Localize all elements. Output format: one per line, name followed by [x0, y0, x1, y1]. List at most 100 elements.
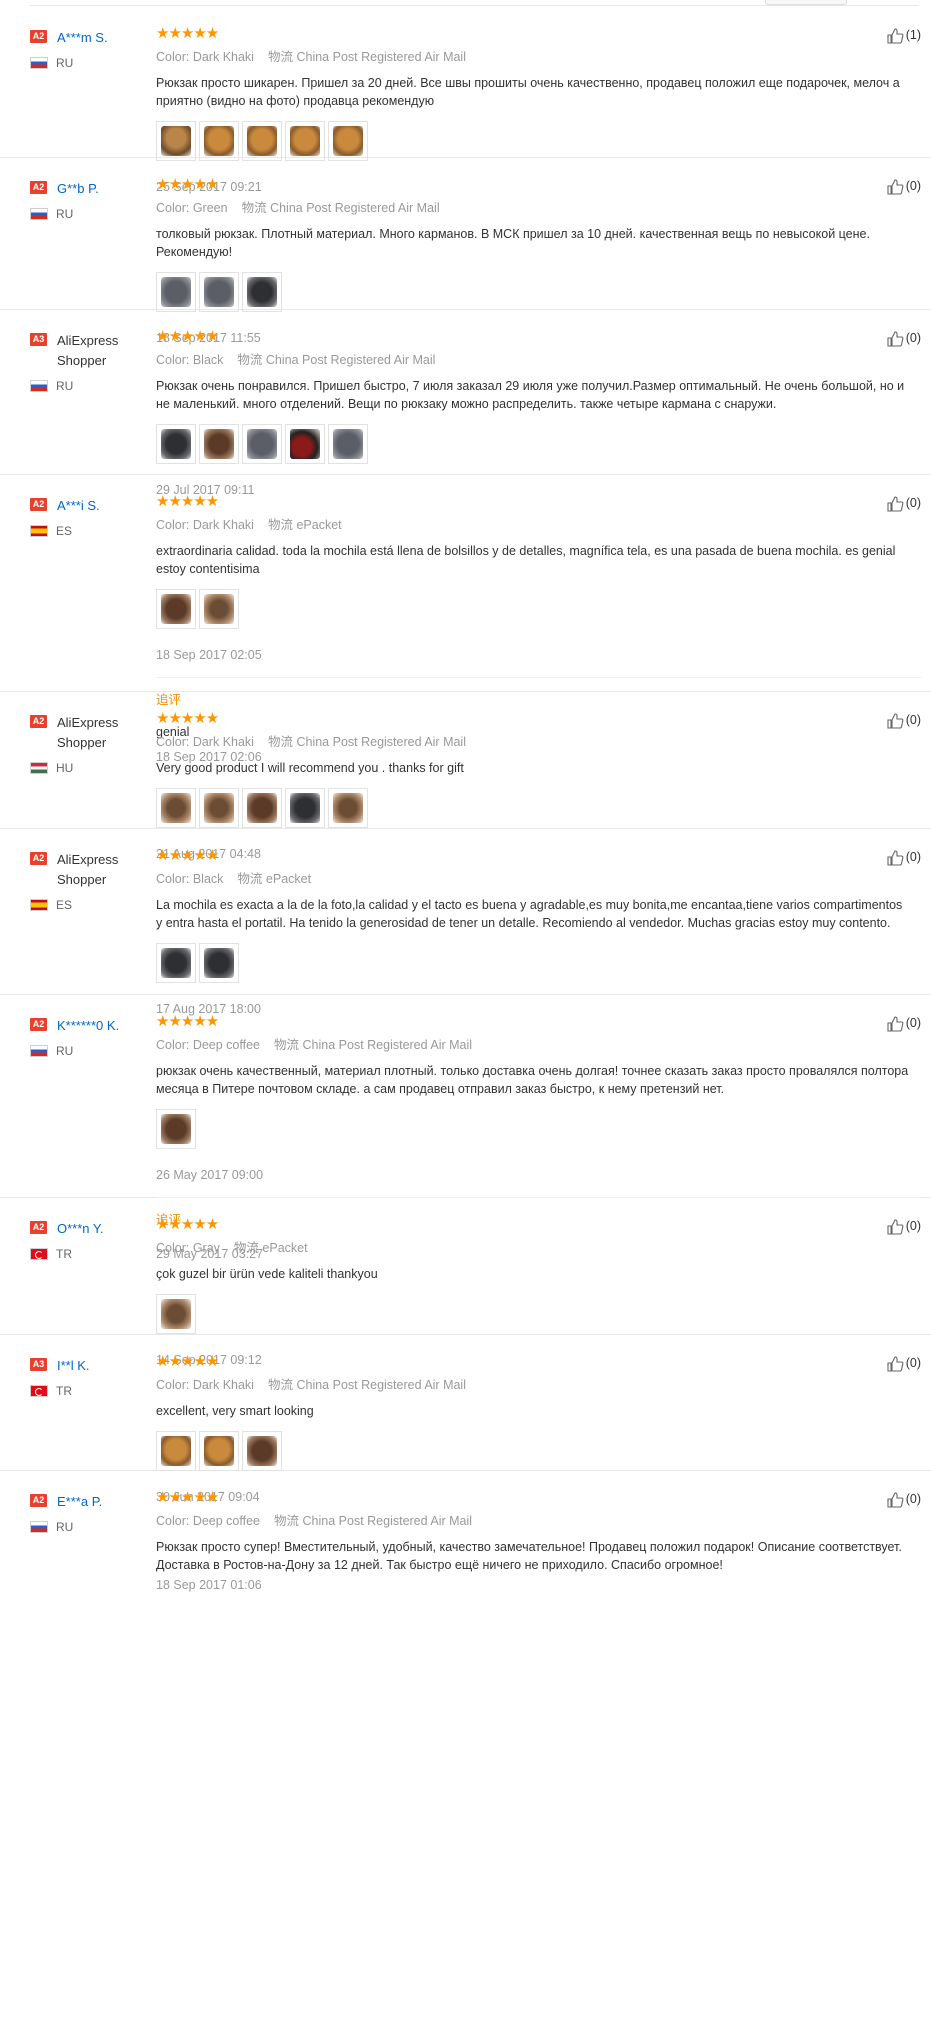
shipping-value: China Post Registered Air Mail: [302, 1038, 473, 1052]
reviewer-name[interactable]: A***i S.: [57, 496, 157, 516]
helpful-button[interactable]: (0): [887, 1490, 921, 1508]
review-body: ★★★★★ Color: Deep coffee 物流 China Post Reg…: [156, 1490, 921, 1593]
helpful-button[interactable]: (0): [887, 494, 921, 512]
country-flag-icon: [30, 898, 48, 911]
review-photo-thumbnail[interactable]: [242, 424, 282, 464]
shipping-label: 物流: [274, 1514, 300, 1528]
reviewer-name[interactable]: G**b P.: [57, 179, 157, 199]
color-label: Color:: [156, 735, 190, 749]
review-photo-thumbnail[interactable]: [156, 589, 196, 629]
thumbs-up-icon: [887, 1356, 906, 1372]
country-code: RU: [56, 1043, 74, 1058]
color-value: Dark Khaki: [192, 518, 254, 532]
helpful-button[interactable]: (0): [887, 848, 921, 866]
review-photo-thumbnail[interactable]: [242, 272, 282, 312]
country-code: RU: [56, 1519, 74, 1534]
thumbs-up-icon: [887, 331, 906, 347]
review-photo-thumbnail[interactable]: [156, 788, 196, 828]
review-body: ★★★★★ Color: Black 物流 China Post Registere…: [156, 329, 921, 498]
review-photo-thumbnail[interactable]: [199, 943, 239, 983]
reviewer-country: RU: [30, 205, 73, 221]
country-flag-icon: [30, 1247, 48, 1260]
shipping-label: 物流: [237, 872, 263, 886]
helpful-button[interactable]: (0): [887, 177, 921, 195]
reviewer-name[interactable]: K******0 K.: [57, 1016, 157, 1036]
helpful-count: (0): [905, 331, 921, 345]
reviewer-country: RU: [30, 54, 73, 70]
color-label: Color:: [156, 1241, 190, 1255]
review-text: excellent, very smart looking: [156, 1404, 314, 1418]
reviewer-info: A2 G**b P. RU: [30, 179, 150, 221]
helpful-count: (0): [905, 179, 921, 193]
review-item: A2 A***i S. ES ★★★★★ Color: Dark Khaki 物流 ePa…: [0, 474, 931, 764]
reviewer-country: HU: [30, 759, 73, 775]
reviewer-country: RU: [30, 1518, 73, 1534]
review-photo-thumbnail[interactable]: [156, 1431, 196, 1471]
color-label: Color:: [156, 872, 190, 886]
reviewer-name: AliExpress Shopper: [57, 333, 119, 368]
shipping-label: 物流: [267, 518, 293, 532]
review-photos: [156, 943, 921, 985]
review-photo-thumbnail[interactable]: [199, 589, 239, 629]
review-photo-thumbnail[interactable]: [285, 788, 325, 828]
review-photo-thumbnail[interactable]: [156, 424, 196, 464]
reviewer-name[interactable]: E***a P.: [57, 1492, 157, 1512]
review-item: A2 AliExpress Shopper HU ★★★★★ Color: Dark K…: [0, 691, 931, 861]
review-photo-thumbnail[interactable]: [328, 788, 368, 828]
review-photo-thumbnail[interactable]: [328, 121, 368, 161]
review-meta: Color: Deep coffee 物流 China Post Register…: [156, 1513, 921, 1529]
review-item: A2 E***a P. RU ★★★★★ Color: Deep coffee 物流 Ch…: [0, 1470, 931, 1592]
reviewer-name: AliExpress Shopper: [57, 852, 119, 887]
reviewer-info: A3 AliExpress Shopper RU: [30, 331, 150, 393]
country-code: RU: [56, 378, 74, 393]
color-value: Black: [192, 872, 224, 886]
review-meta: Color: Dark Khaki 物流 China Post Registere…: [156, 734, 921, 750]
reviewer-name[interactable]: A***m S.: [57, 28, 157, 48]
shipping-label: 物流: [267, 1378, 293, 1392]
review-photo-thumbnail[interactable]: [242, 1431, 282, 1471]
reviewer-name[interactable]: I**l K.: [57, 1356, 157, 1376]
review-photo-thumbnail[interactable]: [285, 424, 325, 464]
star-rating: ★★★★★: [156, 847, 219, 864]
review-photo-thumbnail[interactable]: [285, 121, 325, 161]
sort-control[interactable]: [765, 0, 847, 5]
review-photo-thumbnail[interactable]: [156, 943, 196, 983]
country-flag-icon: [30, 56, 48, 69]
color-value: Gray: [192, 1241, 220, 1255]
review-photo-thumbnail[interactable]: [156, 272, 196, 312]
review-photo-thumbnail[interactable]: [199, 1431, 239, 1471]
color-value: Green: [192, 201, 228, 215]
shipping-value: China Post Registered Air Mail: [270, 201, 440, 215]
review-photo-thumbnail[interactable]: [199, 788, 239, 828]
review-photo-thumbnail[interactable]: [199, 121, 239, 161]
review-text: рюкзак очень качественный, материал плот…: [156, 1064, 909, 1096]
thumbs-up-icon: [887, 1016, 906, 1032]
review-photo-thumbnail[interactable]: [199, 272, 239, 312]
review-meta: Color: Green 物流 China Post Registered Air…: [156, 200, 921, 216]
review-item: A2 G**b P. RU ★★★★★ Color: Green 物流 China Pos…: [0, 157, 931, 345]
helpful-button[interactable]: (0): [887, 1014, 921, 1032]
review-photo-thumbnail[interactable]: [199, 424, 239, 464]
review-date: 26 May 2017 09:00: [156, 1168, 264, 1182]
star-rating: ★★★★★: [156, 25, 219, 42]
helpful-button[interactable]: (0): [887, 711, 921, 729]
review-item: A2 K******0 K. RU ★★★★★ Color: Deep coffee 物流…: [0, 994, 931, 1261]
review-meta: Color: Dark Khaki 物流 China Post Registere…: [156, 1377, 921, 1393]
review-photo-thumbnail[interactable]: [156, 121, 196, 161]
review-photo-thumbnail[interactable]: [156, 1109, 196, 1149]
review-text: La mochila es exacta a la de la foto,la …: [156, 898, 903, 930]
review-photo-thumbnail[interactable]: [242, 121, 282, 161]
reviewer-country: TR: [30, 1245, 72, 1261]
reviewer-name[interactable]: O***n Y.: [57, 1219, 157, 1239]
review-photo-thumbnail[interactable]: [328, 424, 368, 464]
color-value: Dark Khaki: [192, 50, 254, 64]
shipping-value: ePacket: [296, 518, 342, 532]
helpful-button[interactable]: (0): [887, 1354, 921, 1372]
helpful-button[interactable]: (1): [887, 26, 921, 44]
review-photo-thumbnail[interactable]: [156, 1294, 196, 1334]
review-photo-thumbnail[interactable]: [242, 788, 282, 828]
helpful-button[interactable]: (0): [887, 1217, 921, 1235]
review-meta: Color: Dark Khaki 物流 ePacket: [156, 517, 921, 533]
helpful-button[interactable]: (0): [887, 329, 921, 347]
shipping-value: ePacket: [265, 872, 312, 886]
